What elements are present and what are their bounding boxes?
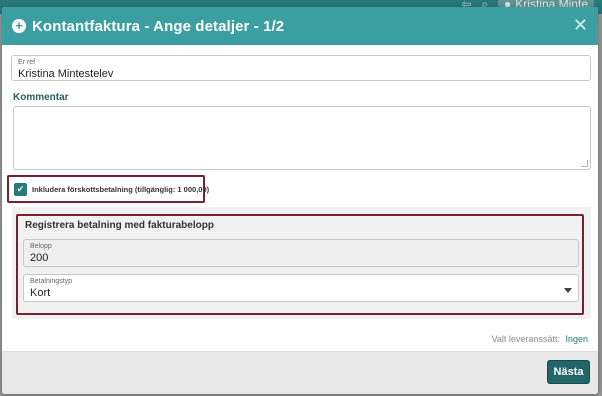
amount-field[interactable]: Belopp 200 — [23, 239, 579, 267]
delivery-value[interactable]: Ingen — [565, 334, 588, 344]
payment-type-label: Betalningstyp — [30, 278, 73, 285]
amount-value: 200 — [30, 252, 49, 264]
delivery-row: Valt leveranssätt: Ingen — [492, 334, 588, 344]
payment-type-value: Kort — [30, 287, 51, 299]
payment-title: Registrera betalning med fakturabelopp — [25, 220, 214, 231]
modal-header: + Kontantfaktura - Ange detaljer - 1/2 ✕ — [2, 7, 598, 45]
prepayment-checkbox[interactable]: ✔ — [14, 183, 27, 196]
comment-label: Kommentar — [13, 92, 69, 103]
next-button[interactable]: Nästa — [547, 360, 590, 384]
close-icon[interactable]: ✕ — [573, 16, 588, 34]
modal-title: Kontantfaktura - Ange detaljer - 1/2 — [32, 17, 285, 35]
plus-circle-icon: + — [12, 19, 26, 33]
delivery-label: Valt leveranssätt: — [491, 334, 560, 344]
reference-value: Kristina Mintestelev — [18, 68, 114, 80]
reference-label: Er ref — [18, 59, 36, 66]
invoice-modal: + Kontantfaktura - Ange detaljer - 1/2 ✕… — [2, 7, 598, 394]
resize-grip-icon[interactable] — [581, 160, 588, 167]
chevron-down-icon — [564, 288, 572, 293]
modal-footer: Nästa — [2, 351, 598, 394]
amount-label: Belopp — [30, 243, 52, 250]
prepayment-label: Inkludera förskottsbetalning (tillgängli… — [32, 185, 210, 194]
reference-field[interactable]: Er ref Kristina Mintestelev — [11, 55, 591, 81]
payment-type-select[interactable]: Betalningstyp Kort — [23, 274, 579, 302]
comment-textarea[interactable] — [13, 106, 591, 170]
